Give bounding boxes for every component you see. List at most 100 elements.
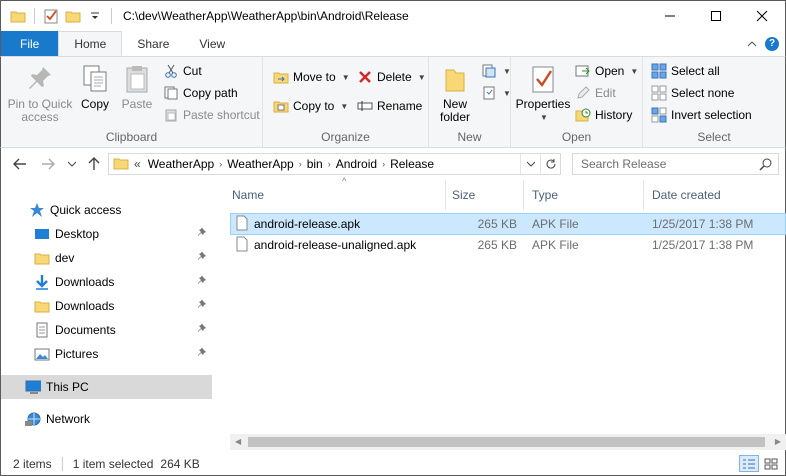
edit-button[interactable]: Edit <box>575 83 616 103</box>
copy-label: Copy <box>80 97 109 111</box>
table-row[interactable]: android-release.apk 265 KB APK File 1/25… <box>230 213 786 235</box>
address-dropdown-icon[interactable] <box>520 154 540 174</box>
pin-icon[interactable] <box>197 299 207 313</box>
breadcrumb-weatherapp[interactable]: WeatherApp <box>144 157 219 171</box>
nav-item-downloads-folder[interactable]: Downloads <box>1 294 213 318</box>
breadcrumb-android[interactable]: Android <box>332 157 381 171</box>
nav-item-label: Downloads <box>55 299 115 313</box>
new-item-button[interactable]: ▼ <box>481 61 511 81</box>
easy-access-button[interactable]: ▼ <box>481 83 511 103</box>
invert-selection-label: Invert selection <box>671 108 752 122</box>
select-all-button[interactable]: Select all <box>651 61 720 81</box>
nav-item-pictures[interactable]: Pictures <box>1 342 213 366</box>
maximize-icon[interactable] <box>693 1 739 31</box>
copy-button[interactable]: Copy <box>75 63 115 111</box>
folder-icon <box>34 250 50 266</box>
pin-icon[interactable] <box>197 323 207 337</box>
pin-to-quick-access-button[interactable]: Pin to Quick access <box>7 63 73 124</box>
help-icon[interactable]: ? <box>765 36 779 51</box>
new-item-icon <box>481 63 497 79</box>
breadcrumb-weatherapp-2[interactable]: WeatherApp <box>223 157 298 171</box>
column-header-date-created[interactable]: Date created <box>644 180 786 210</box>
select-none-icon <box>651 85 667 101</box>
copy-to-button[interactable]: Copy to ▼ <box>273 96 348 116</box>
column-type-label: Type <box>532 188 559 202</box>
nav-item-desktop[interactable]: Desktop <box>1 222 213 246</box>
pin-icon[interactable] <box>197 227 207 241</box>
paste-shortcut-button[interactable]: Paste shortcut <box>163 105 260 125</box>
column-header-name[interactable]: Name ^ <box>224 176 446 210</box>
copy-path-button[interactable]: Copy path <box>163 83 238 103</box>
close-icon[interactable] <box>739 1 785 31</box>
refresh-icon[interactable] <box>540 154 560 174</box>
properties-button[interactable]: Properties ▼ <box>515 63 571 124</box>
scrollbar-thumb[interactable] <box>248 437 765 447</box>
organize-group: Move to ▼ Copy to ▼ Delete ▼ Rename Organiz… <box>263 57 429 147</box>
tab-share[interactable]: Share <box>122 31 184 56</box>
window-title: C:\dev\WeatherApp\WeatherApp\bin\Android… <box>123 9 409 23</box>
edit-icon <box>575 85 591 101</box>
copy-to-label: Copy to <box>293 99 335 113</box>
search-icon[interactable] <box>759 157 773 174</box>
file-icon <box>236 215 248 234</box>
history-button[interactable]: History <box>575 105 632 125</box>
sort-ascending-icon: ^ <box>342 176 347 186</box>
file-name: android-release.apk <box>254 217 361 231</box>
item-count: 2 items <box>13 456 52 471</box>
properties-icon[interactable] <box>42 7 60 25</box>
download-arrow-icon <box>34 274 50 290</box>
navigation-bar: « WeatherApp › WeatherApp › bin › Androi… <box>0 148 786 180</box>
breadcrumb-bin[interactable]: bin <box>303 157 327 171</box>
paste-button[interactable]: Paste <box>117 63 157 111</box>
scroll-right-icon[interactable]: ▶ <box>775 437 781 446</box>
file-icon <box>236 236 248 255</box>
cut-button[interactable]: Cut <box>163 61 202 81</box>
pin-icon[interactable] <box>197 275 207 289</box>
tab-file[interactable]: File <box>1 31 59 56</box>
new-folder-icon[interactable] <box>64 7 82 25</box>
pin-icon[interactable] <box>197 347 207 361</box>
new-folder-button[interactable]: New folder <box>435 63 475 124</box>
nav-item-downloads[interactable]: Downloads <box>1 270 213 294</box>
column-header-size[interactable]: Size <box>444 180 524 210</box>
nav-item-documents[interactable]: Documents <box>1 318 213 342</box>
table-row[interactable]: android-release-unaligned.apk 265 KB APK… <box>230 234 786 256</box>
copy-path-icon <box>163 85 179 101</box>
details-view-icon[interactable] <box>739 455 759 472</box>
back-arrow-icon[interactable] <box>11 155 29 173</box>
open-button[interactable]: Open ▼ <box>575 61 638 81</box>
scroll-left-icon[interactable]: ◀ <box>235 437 241 446</box>
nav-item-network[interactable]: Network <box>1 407 213 431</box>
file-date-cell: 1/25/2017 1:38 PM <box>652 217 754 231</box>
delete-button[interactable]: Delete ▼ <box>357 67 426 87</box>
folder-icon <box>34 298 50 314</box>
nav-item-quick-access[interactable]: Quick access <box>1 198 213 222</box>
address-bar[interactable]: « WeatherApp › WeatherApp › bin › Androi… <box>108 153 561 175</box>
tab-home[interactable]: Home <box>58 31 123 56</box>
rename-icon <box>357 98 373 114</box>
up-arrow-icon[interactable] <box>85 155 103 173</box>
tab-view[interactable]: View <box>184 31 240 56</box>
forward-arrow-icon[interactable] <box>39 155 57 173</box>
column-header-type[interactable]: Type <box>524 180 644 210</box>
collapse-ribbon-icon[interactable] <box>747 37 757 51</box>
minimize-icon[interactable] <box>647 1 693 31</box>
move-to-icon <box>273 69 289 85</box>
breadcrumb-overflow[interactable]: « <box>131 157 144 171</box>
rename-button[interactable]: Rename <box>357 96 422 116</box>
select-all-icon <box>651 63 667 79</box>
large-icons-view-icon[interactable] <box>761 455 781 472</box>
move-to-button[interactable]: Move to ▼ <box>273 67 350 87</box>
horizontal-scrollbar[interactable]: ◀ ▶ <box>230 434 786 450</box>
breadcrumb-release[interactable]: Release <box>386 157 438 171</box>
move-to-label: Move to <box>293 70 336 84</box>
recent-locations-icon[interactable] <box>63 155 81 173</box>
nav-item-dev[interactable]: dev <box>1 246 213 270</box>
file-size-cell: 265 KB <box>477 217 517 231</box>
customize-toolbar-icon[interactable] <box>86 7 104 25</box>
select-none-button[interactable]: Select none <box>651 83 734 103</box>
search-input[interactable]: Search Release <box>572 153 779 175</box>
nav-item-this-pc[interactable]: This PC <box>1 375 213 399</box>
invert-selection-button[interactable]: Invert selection <box>651 105 752 125</box>
pin-icon[interactable] <box>197 251 207 265</box>
